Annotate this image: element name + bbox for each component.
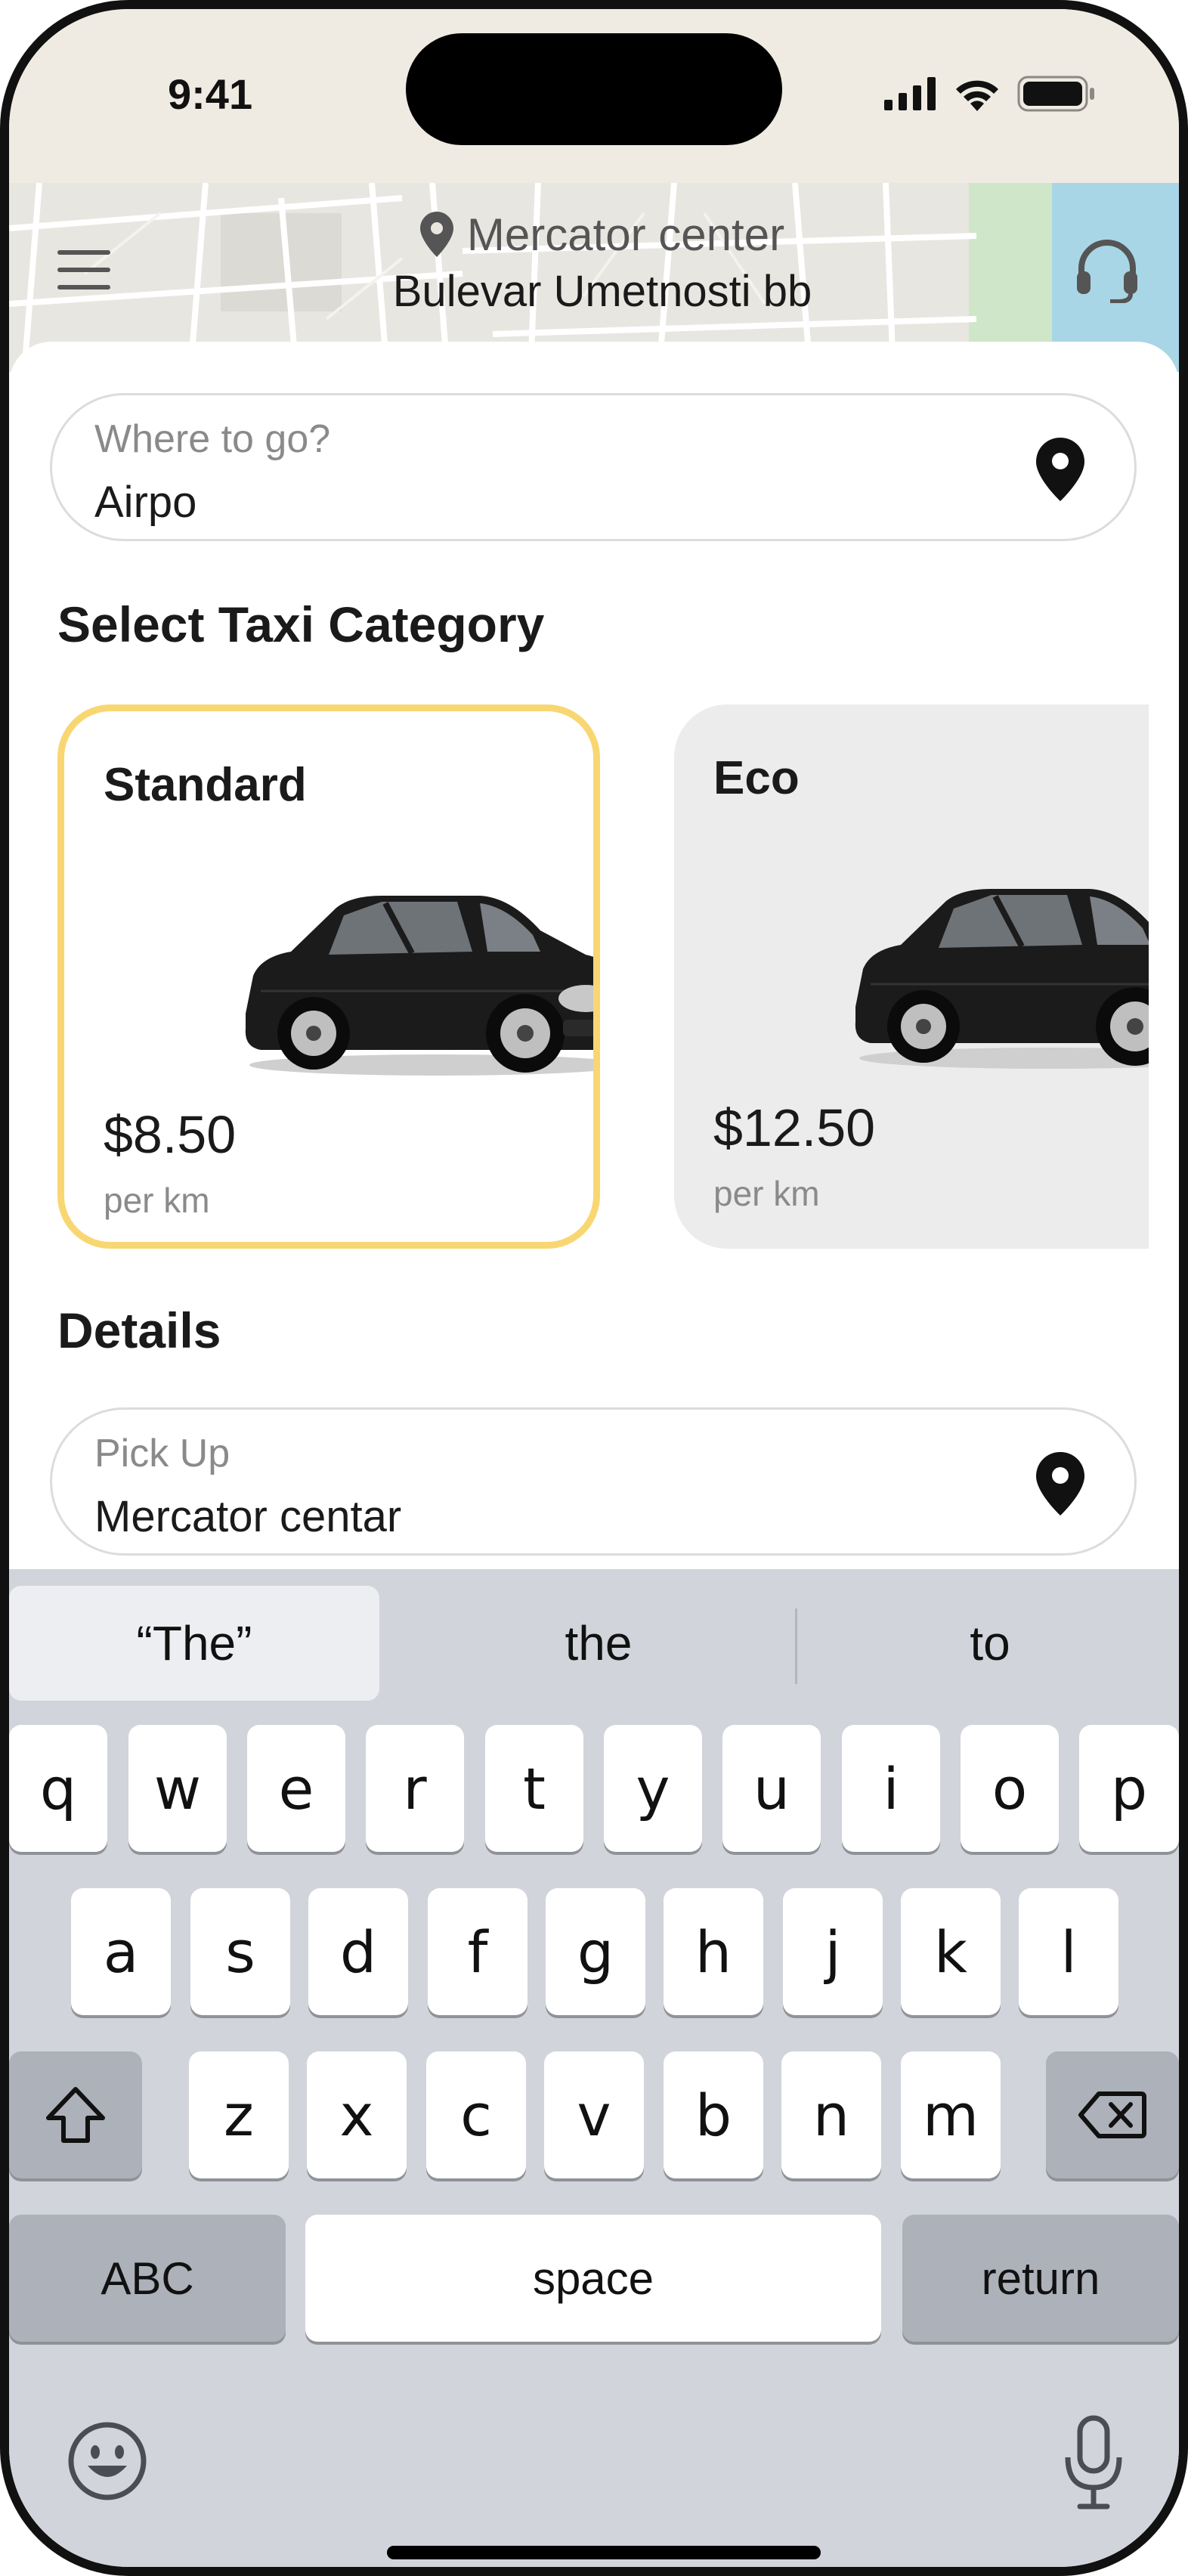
suggestion-1[interactable]: “The” [9, 1586, 379, 1701]
key-t[interactable]: t [485, 1725, 583, 1852]
key-p[interactable]: p [1079, 1725, 1179, 1852]
key-a[interactable]: a [71, 1888, 171, 2015]
key-c[interactable]: c [426, 2051, 526, 2178]
backspace-icon [1078, 2091, 1146, 2138]
dynamic-island [406, 33, 782, 145]
status-icons [884, 76, 1096, 112]
key-u[interactable]: u [722, 1725, 821, 1852]
key-l[interactable]: l [1019, 1888, 1118, 2015]
details-title: Details [57, 1302, 221, 1358]
pickup-pin-button[interactable] [1036, 1452, 1084, 1519]
key-o[interactable]: o [961, 1725, 1059, 1852]
key-j[interactable]: j [783, 1888, 883, 2015]
category-card-standard[interactable]: Standard $8.50 per km [57, 704, 600, 1249]
key-m[interactable]: m [901, 2051, 1001, 2178]
key-x[interactable]: x [307, 2051, 407, 2178]
key-z[interactable]: z [189, 2051, 289, 2178]
microphone-icon [1065, 2415, 1122, 2509]
abc-key[interactable]: ABC [9, 2215, 286, 2342]
key-n[interactable]: n [781, 2051, 881, 2178]
category-unit: per km [104, 1181, 210, 1220]
category-title: Select Taxi Category [57, 596, 545, 652]
current-location[interactable]: Mercator center Bulevar Umetnosti bb [311, 204, 893, 317]
emoji-button[interactable] [62, 2416, 153, 2506]
key-g[interactable]: g [546, 1888, 645, 2015]
key-f[interactable]: f [428, 1888, 527, 2015]
phone-screen: 9:41 Mercator center Bulevar Umetnosti b… [0, 0, 1188, 2576]
space-key[interactable]: space [305, 2215, 881, 2342]
return-key[interactable]: return [902, 2215, 1179, 2342]
headset-icon [1077, 240, 1137, 303]
key-q[interactable]: q [9, 1725, 107, 1852]
category-price: $12.50 [713, 1098, 876, 1157]
destination-label: Where to go? [94, 417, 331, 461]
menu-icon [57, 250, 110, 289]
location-address: Bulevar Umetnosti bb [392, 267, 812, 316]
category-unit: per km [713, 1174, 820, 1213]
location-pin-icon [1036, 438, 1084, 501]
emoji-icon [68, 2422, 147, 2500]
key-i[interactable]: i [842, 1725, 940, 1852]
key-r[interactable]: r [366, 1725, 464, 1852]
location-pin-icon [419, 212, 453, 257]
pickup-label: Pick Up [94, 1432, 230, 1475]
destination-input[interactable]: Airpo [94, 477, 196, 528]
pickup-input[interactable]: Mercator centar [94, 1491, 401, 1542]
support-button[interactable] [1066, 228, 1149, 311]
location-name: Mercator center [466, 209, 785, 260]
pickup-field[interactable]: Pick Up Mercator centar [50, 1407, 1137, 1556]
booking-sheet: Where to go? Airpo Select Taxi Category … [9, 342, 1179, 1581]
delete-key[interactable] [1046, 2051, 1179, 2178]
key-v[interactable]: v [544, 2051, 644, 2178]
key-b[interactable]: b [664, 2051, 763, 2178]
key-d[interactable]: d [308, 1888, 408, 2015]
car-image [855, 889, 1149, 1069]
suggestion-divider [795, 1608, 797, 1684]
destination-pin-button[interactable] [1036, 438, 1084, 505]
battery-icon [1017, 76, 1094, 112]
keyboard: “The” the to q w e r t y u i o p a s d f… [9, 1569, 1179, 2567]
car-image [245, 896, 593, 1076]
home-indicator[interactable] [387, 2546, 821, 2559]
category-card-eco[interactable]: Eco $12.50 per km [674, 704, 1149, 1249]
key-k[interactable]: k [901, 1888, 1001, 2015]
suggestion-bar: “The” the to [9, 1569, 1179, 1705]
suggestion-2[interactable]: the [394, 1586, 803, 1701]
signal-icon [884, 77, 936, 110]
dictation-button[interactable] [1052, 2410, 1135, 2516]
destination-field[interactable]: Where to go? Airpo [50, 393, 1137, 541]
category-name: Standard [104, 759, 307, 811]
suggestion-3[interactable]: to [803, 1586, 1177, 1701]
menu-button[interactable] [50, 236, 118, 304]
key-w[interactable]: w [128, 1725, 227, 1852]
status-bar: 9:41 [9, 9, 1179, 183]
wifi-icon [956, 80, 998, 111]
shift-icon [46, 2087, 105, 2143]
category-name: Eco [713, 752, 800, 804]
key-h[interactable]: h [664, 1888, 763, 2015]
shift-key[interactable] [9, 2051, 142, 2178]
key-e[interactable]: e [247, 1725, 345, 1852]
key-y[interactable]: y [604, 1725, 702, 1852]
category-price: $8.50 [104, 1105, 237, 1164]
key-s[interactable]: s [190, 1888, 290, 2015]
status-time: 9:41 [168, 70, 253, 118]
location-pin-icon [1036, 1452, 1084, 1516]
